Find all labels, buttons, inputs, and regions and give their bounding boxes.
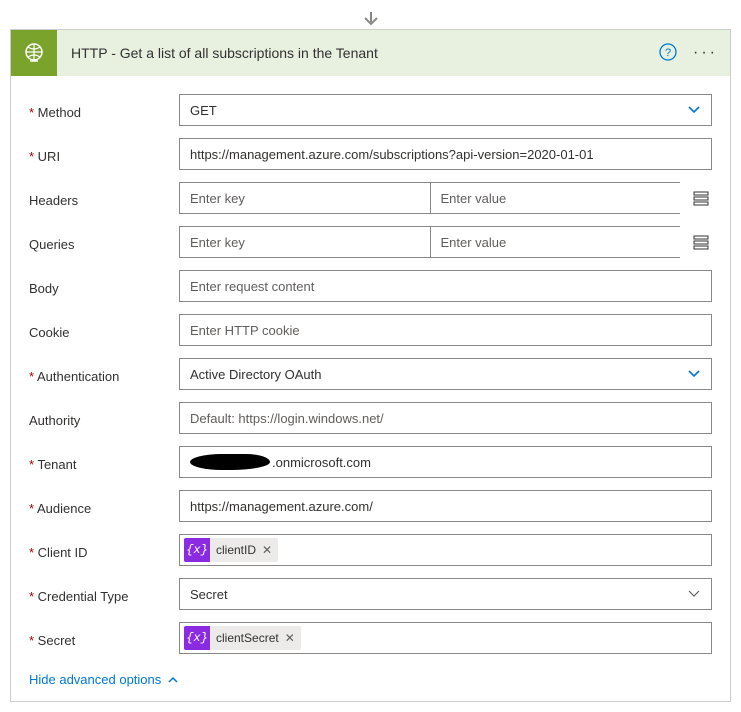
secret-input[interactable]: {x} clientSecret ✕ [179,622,712,654]
queries-switch-mode-icon[interactable] [690,234,712,250]
clientid-input[interactable]: {x} clientID ✕ [179,534,712,566]
hide-advanced-link[interactable]: Hide advanced options [29,672,179,687]
auth-value: Active Directory OAuth [190,367,322,382]
method-select[interactable]: GET [179,94,712,126]
chevron-down-icon [687,103,701,117]
authority-input[interactable] [179,402,712,434]
tenant-suffix: .onmicrosoft.com [272,455,371,470]
svg-text:?: ? [665,47,671,59]
authority-label: Authority [29,409,179,428]
chevron-up-icon [167,674,179,686]
variable-icon: {x} [184,626,210,650]
cookie-label: Cookie [29,321,179,340]
clientid-label: Client ID [29,541,179,560]
body-input[interactable] [179,270,712,302]
credtype-value: Secret [190,587,228,602]
remove-token-icon[interactable]: ✕ [262,543,272,557]
card-body: Method GET URI Headers [11,76,730,701]
secret-token[interactable]: {x} clientSecret ✕ [184,626,301,650]
card-title: HTTP - Get a list of all subscriptions i… [71,45,659,61]
secret-label: Secret [29,629,179,648]
http-action-card: HTTP - Get a list of all subscriptions i… [10,29,731,702]
chevron-down-icon [687,587,701,601]
clientid-token[interactable]: {x} clientID ✕ [184,538,278,562]
tenant-input[interactable]: .onmicrosoft.com [179,446,712,478]
audience-input[interactable] [179,490,712,522]
auth-select[interactable]: Active Directory OAuth [179,358,712,390]
card-header[interactable]: HTTP - Get a list of all subscriptions i… [11,30,730,76]
credtype-label: Credential Type [29,585,179,604]
remove-token-icon[interactable]: ✕ [285,631,295,645]
uri-input[interactable] [179,138,712,170]
method-value: GET [190,103,217,118]
method-label: Method [29,101,179,120]
queries-label: Queries [29,233,179,252]
headers-switch-mode-icon[interactable] [690,190,712,206]
tenant-redacted [190,454,270,470]
help-icon[interactable]: ? [659,43,677,64]
headers-key-input[interactable] [179,182,430,214]
queries-key-input[interactable] [179,226,430,258]
audience-label: Audience [29,497,179,516]
uri-label: URI [29,145,179,164]
cookie-input[interactable] [179,314,712,346]
headers-label: Headers [29,189,179,208]
credtype-select[interactable]: Secret [179,578,712,610]
tenant-label: Tenant [29,453,179,472]
variable-icon: {x} [184,538,210,562]
http-globe-icon [11,30,57,76]
queries-value-input[interactable] [430,226,681,258]
chevron-down-icon [687,367,701,381]
more-icon[interactable]: ··· [693,44,718,62]
body-label: Body [29,277,179,296]
auth-label: Authentication [29,365,179,384]
headers-value-input[interactable] [430,182,681,214]
